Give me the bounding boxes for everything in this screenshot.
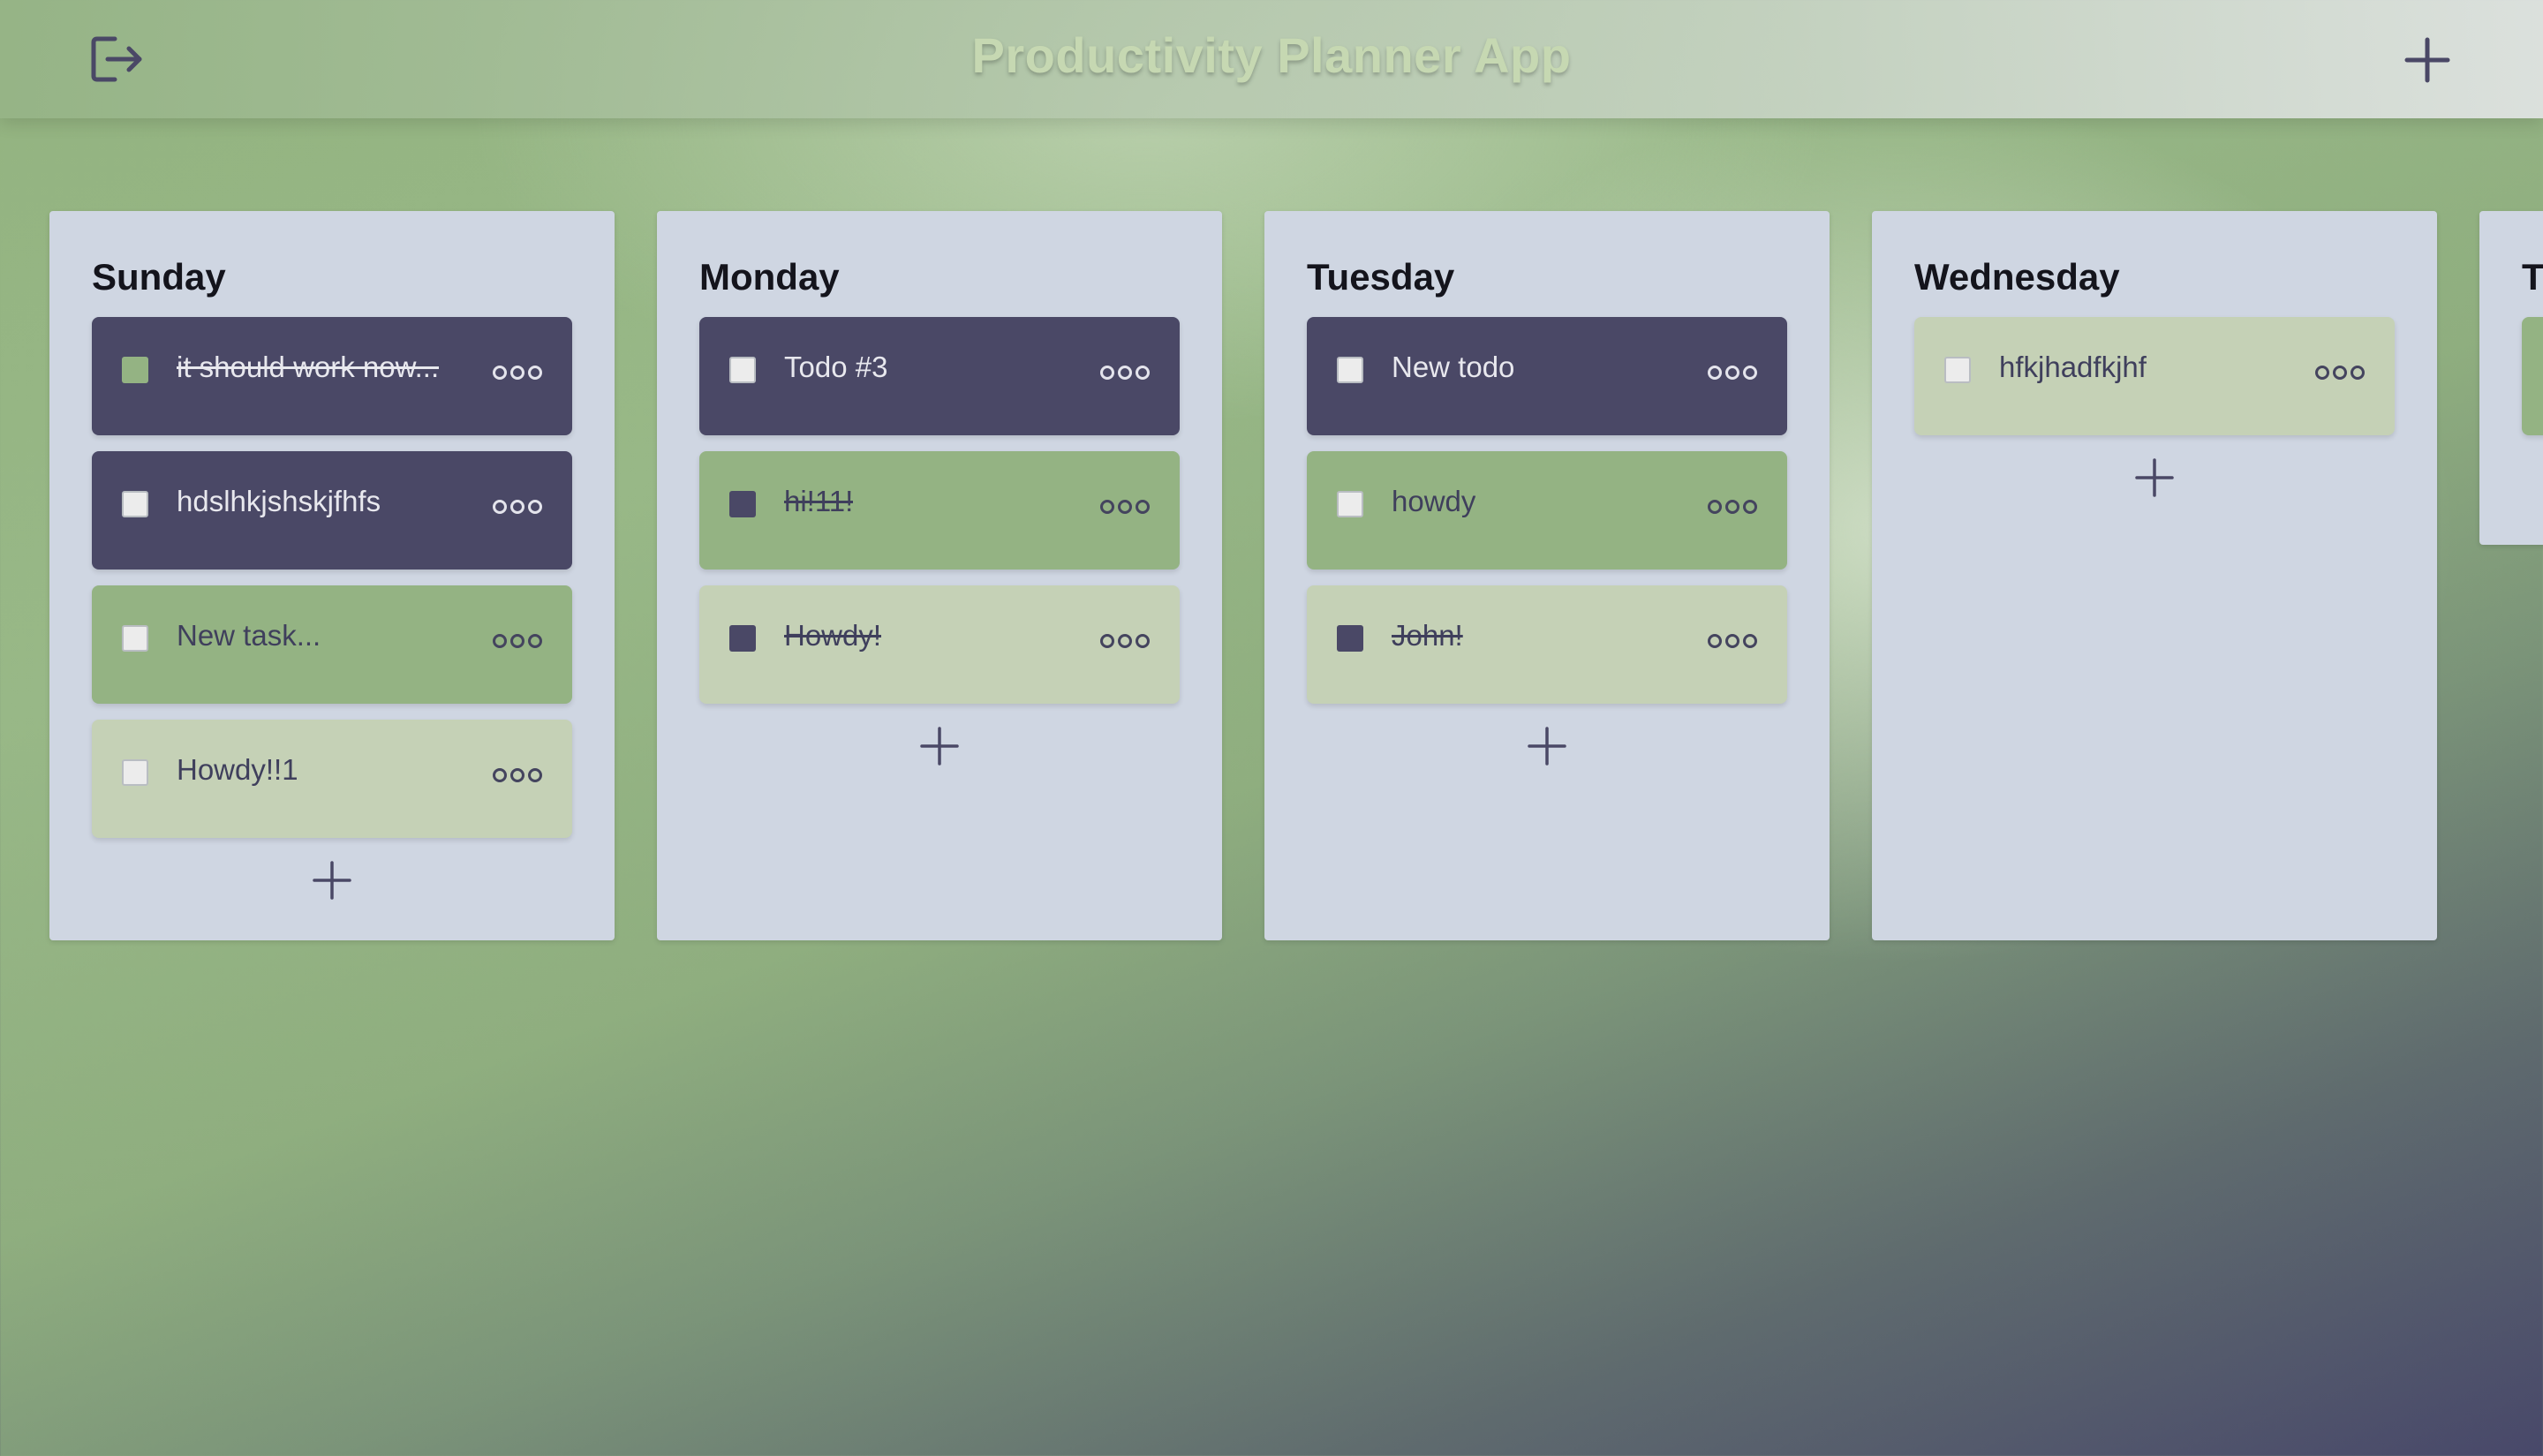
add-task-button[interactable]: [1521, 720, 1573, 773]
more-horizontal-icon: [1100, 500, 1114, 514]
todo-text: Todo #3: [784, 351, 888, 383]
day-column-monday: Monday Todo #3 hi!11! Howdy!: [657, 211, 1222, 940]
todo-checkbox[interactable]: [122, 357, 148, 383]
more-horizontal-icon: [1708, 634, 1722, 648]
day-title: Tuesday: [1307, 256, 1455, 298]
more-horizontal-icon: [2315, 366, 2329, 380]
plus-icon: [920, 727, 959, 766]
todo-item[interactable]: howdy: [1307, 451, 1787, 570]
day-column-wednesday: Wednesday hfkjhadfkjhf: [1872, 211, 2437, 940]
todo-checkbox[interactable]: [122, 491, 148, 517]
todo-text: John!: [1392, 619, 1463, 652]
day-title: T: [2522, 256, 2543, 298]
day-title: Sunday: [92, 256, 226, 298]
todo-item[interactable]: [2522, 317, 2543, 435]
plus-icon: [313, 861, 351, 900]
more-horizontal-icon: [1100, 634, 1114, 648]
todo-item[interactable]: Howdy!: [699, 585, 1180, 704]
plus-icon: [2135, 458, 2174, 497]
week-board: Sunday it should work now... hdslhkjshsk…: [49, 211, 2543, 940]
add-task-button[interactable]: [306, 854, 358, 907]
plus-icon: [1528, 727, 1566, 766]
more-options-button[interactable]: [493, 762, 542, 788]
app-title: Productivity Planner App: [971, 27, 1572, 83]
more-options-button[interactable]: [493, 359, 542, 386]
todo-text: it should work now...: [177, 351, 440, 383]
todo-text: hfkjhadfkjhf: [1999, 351, 2147, 383]
more-options-button[interactable]: [1708, 628, 1757, 654]
day-column-thursday: T: [2479, 211, 2543, 545]
plus-icon: [2404, 37, 2450, 83]
todo-text: hdslhkjshskjfhfs: [177, 485, 381, 517]
todo-checkbox[interactable]: [729, 357, 756, 383]
top-bar: Productivity Planner App: [0, 0, 2543, 118]
todo-checkbox[interactable]: [1337, 357, 1363, 383]
todo-item[interactable]: New todo: [1307, 317, 1787, 435]
todo-text: Howdy!!1: [177, 753, 298, 786]
day-column-tuesday: Tuesday New todo howdy John!: [1264, 211, 1830, 940]
more-horizontal-icon: [493, 768, 507, 782]
todo-item[interactable]: it should work now...: [92, 317, 572, 435]
day-column-sunday: Sunday it should work now... hdslhkjshsk…: [49, 211, 615, 940]
more-options-button[interactable]: [1100, 628, 1150, 654]
day-title: Wednesday: [1914, 256, 2120, 298]
todo-item[interactable]: Todo #3: [699, 317, 1180, 435]
todo-text: New task...: [177, 619, 321, 652]
todo-text: New todo: [1392, 351, 1515, 383]
todo-checkbox[interactable]: [729, 491, 756, 517]
todo-item[interactable]: hdslhkjshskjfhfs: [92, 451, 572, 570]
add-task-button[interactable]: [2128, 451, 2181, 504]
add-task-button[interactable]: [913, 720, 966, 773]
todo-checkbox[interactable]: [1337, 491, 1363, 517]
todo-item[interactable]: hi!11!: [699, 451, 1180, 570]
todo-checkbox[interactable]: [1337, 625, 1363, 652]
more-horizontal-icon: [493, 366, 507, 380]
more-horizontal-icon: [493, 500, 507, 514]
todo-checkbox[interactable]: [729, 625, 756, 652]
more-options-button[interactable]: [493, 628, 542, 654]
todo-text: howdy: [1392, 485, 1476, 517]
more-options-button[interactable]: [1100, 494, 1150, 520]
more-horizontal-icon: [1100, 366, 1114, 380]
add-day-button[interactable]: [2400, 33, 2455, 87]
todo-item[interactable]: New task...: [92, 585, 572, 704]
more-options-button[interactable]: [493, 494, 542, 520]
todo-text: hi!11!: [784, 485, 854, 517]
more-horizontal-icon: [1708, 366, 1722, 380]
todo-item[interactable]: Howdy!!1: [92, 720, 572, 838]
todo-item[interactable]: hfkjhadfkjhf: [1914, 317, 2395, 435]
more-horizontal-icon: [493, 634, 507, 648]
more-options-button[interactable]: [1708, 359, 1757, 386]
more-options-button[interactable]: [1100, 359, 1150, 386]
todo-checkbox[interactable]: [122, 625, 148, 652]
more-horizontal-icon: [1708, 500, 1722, 514]
todo-item[interactable]: John!: [1307, 585, 1787, 704]
todo-text: Howdy!: [784, 619, 882, 652]
todo-checkbox[interactable]: [1944, 357, 1971, 383]
todo-checkbox[interactable]: [122, 759, 148, 786]
more-options-button[interactable]: [2315, 359, 2365, 386]
more-options-button[interactable]: [1708, 494, 1757, 520]
day-title: Monday: [699, 256, 840, 298]
